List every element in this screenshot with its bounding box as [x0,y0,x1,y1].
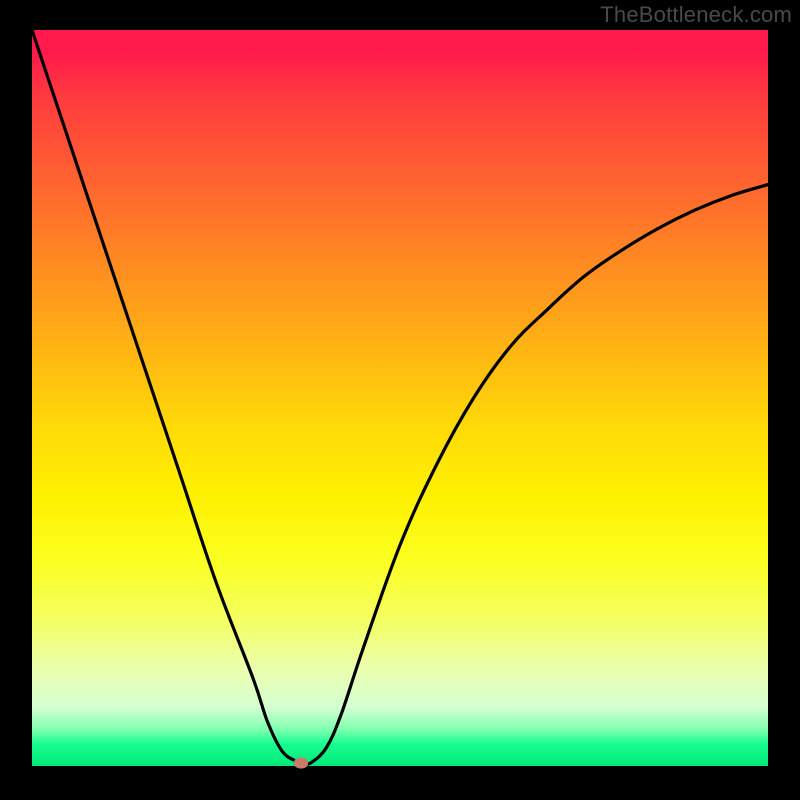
bottleneck-curve [32,30,768,766]
watermark-text: TheBottleneck.com [600,2,792,28]
chart-frame: TheBottleneck.com [0,0,800,800]
plot-area [32,30,768,766]
minimum-marker [294,758,308,769]
